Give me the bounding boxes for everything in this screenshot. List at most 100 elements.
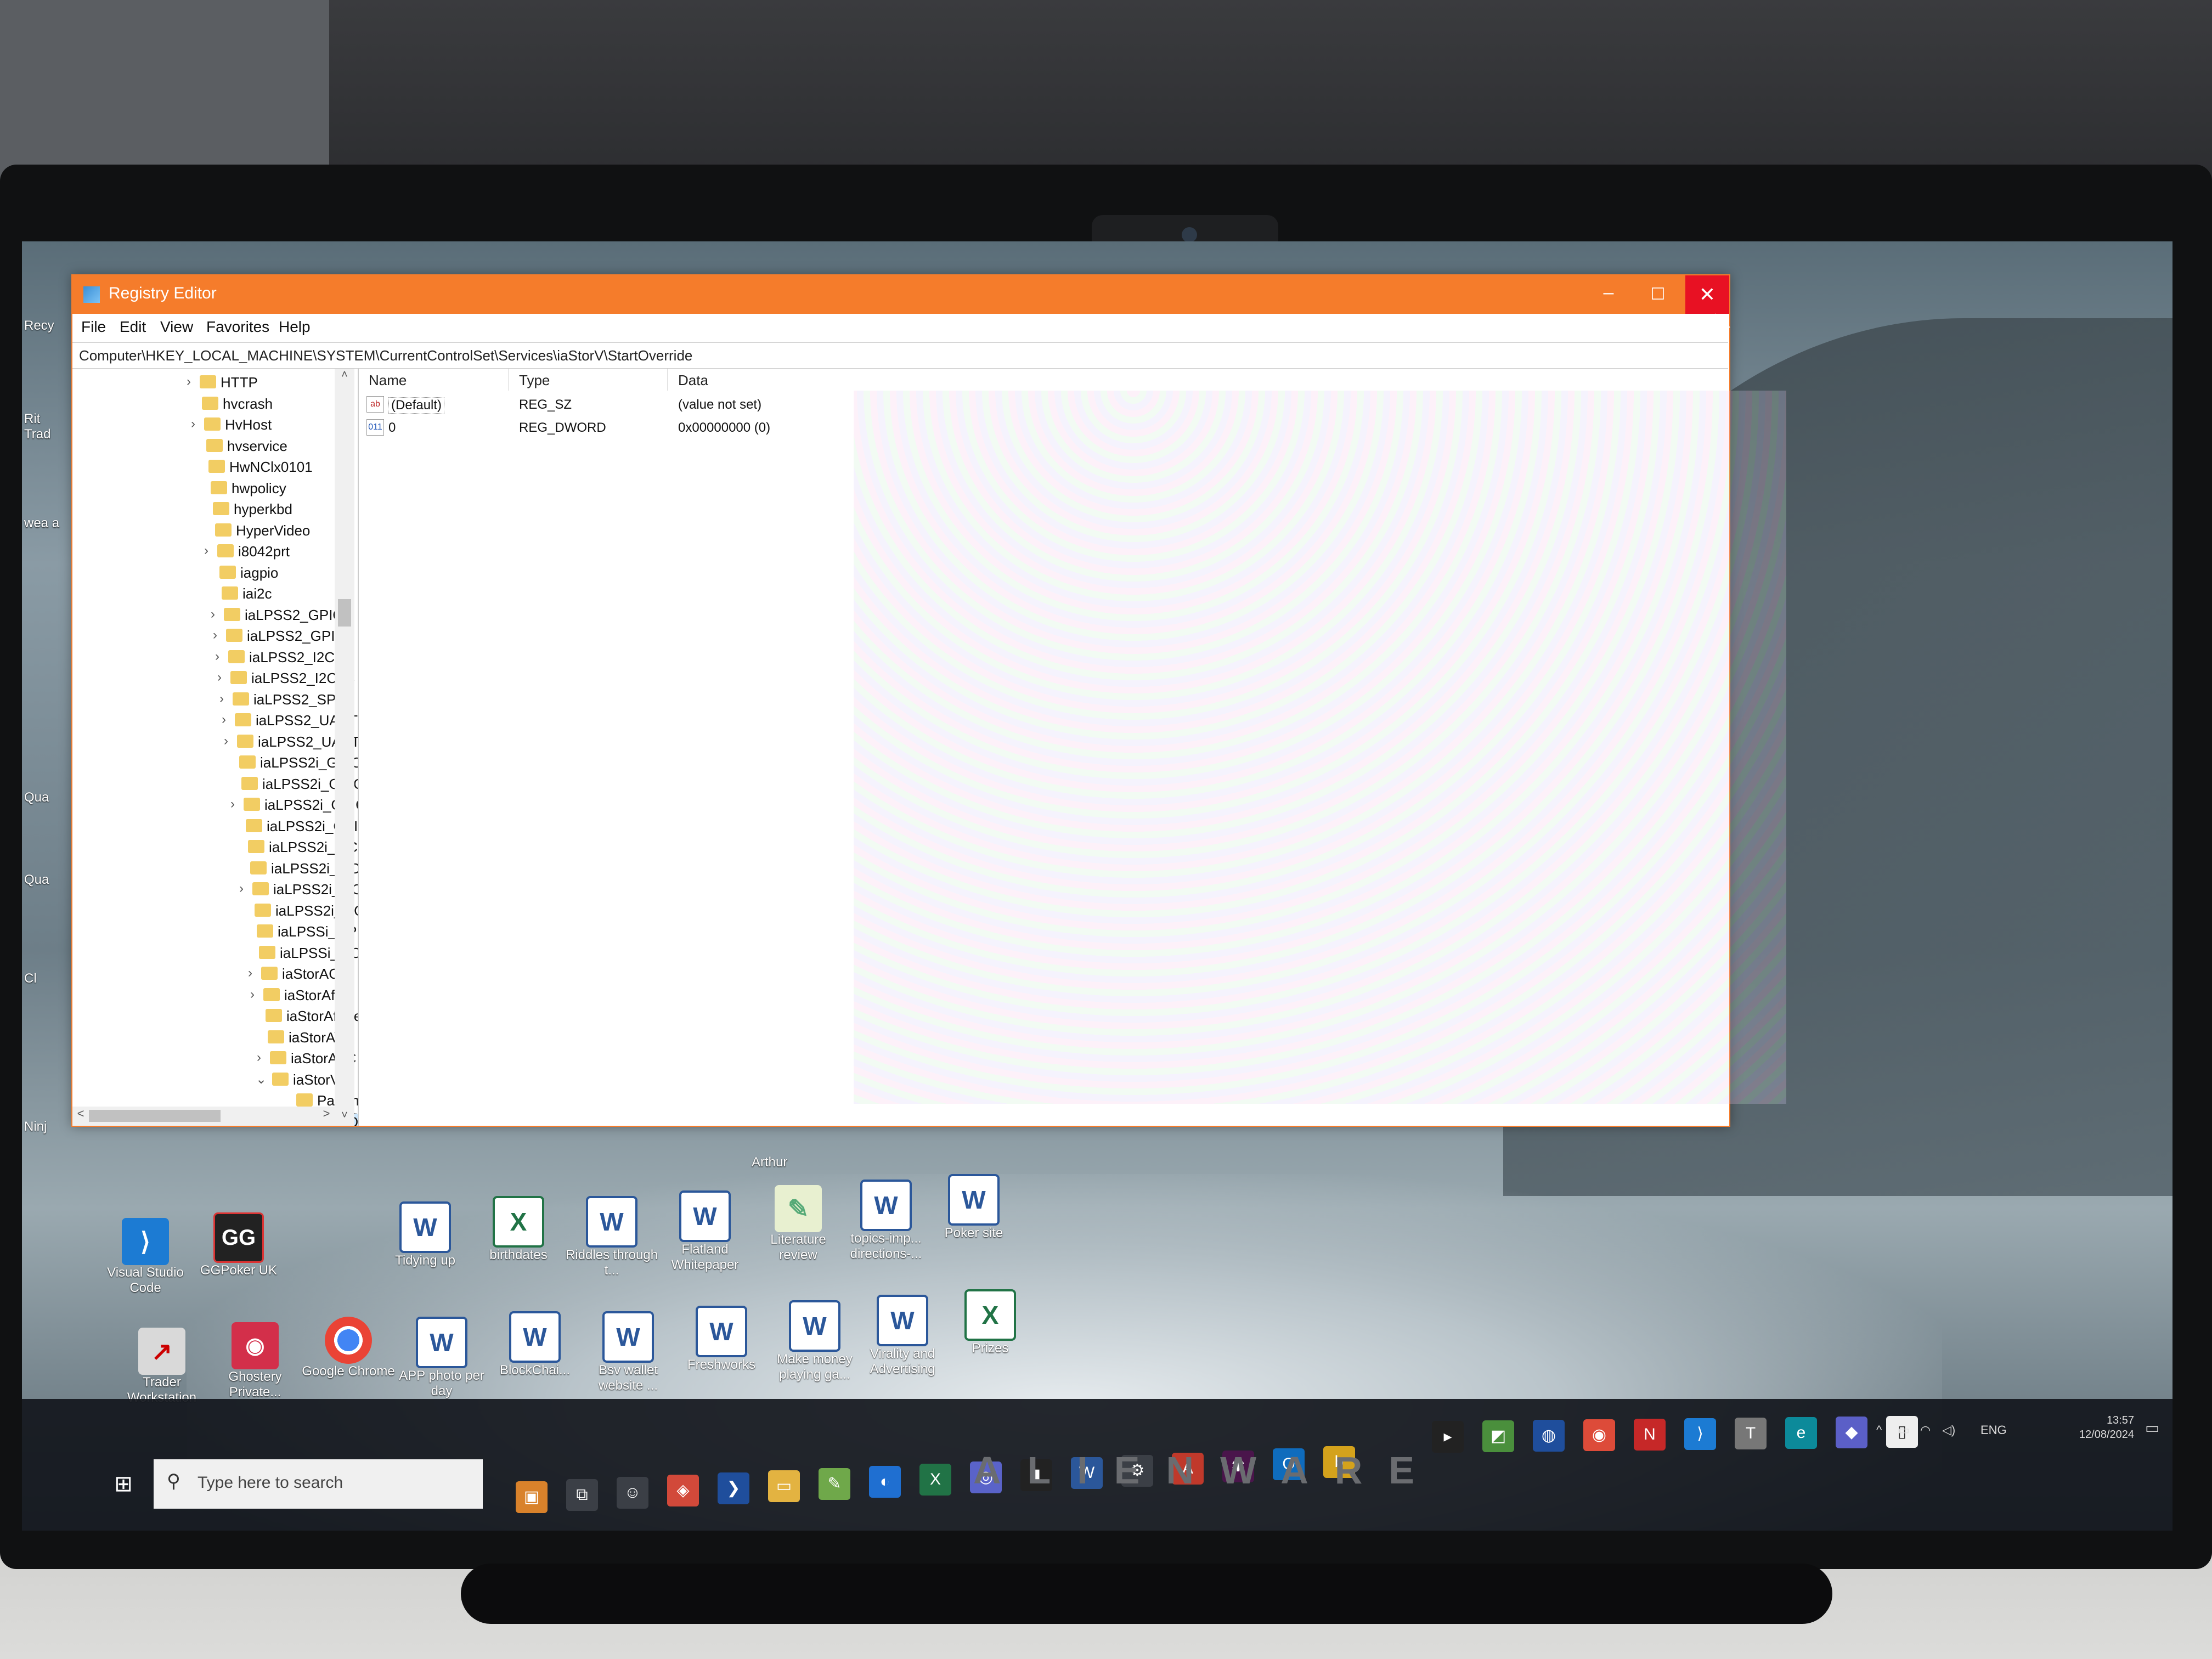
notification-icon[interactable]: ▭	[2145, 1419, 2167, 1441]
network-icon[interactable]: ◠	[1920, 1423, 1931, 1437]
value-row-default[interactable]: ab (Default) REG_SZ (value not set)	[360, 393, 1018, 416]
desktop-shortcut[interactable]: W Freshworks	[675, 1306, 768, 1373]
chevron-right-icon[interactable]: ›	[253, 1050, 264, 1065]
tree-node[interactable]: iaLPSS2i_I2C_C	[72, 900, 358, 921]
tree-hscroll-thumb[interactable]	[89, 1110, 221, 1122]
taskbar-excel-icon[interactable]: X	[919, 1464, 951, 1496]
volume-icon[interactable]: ◁)	[1942, 1423, 1955, 1437]
chevron-down-icon[interactable]: ⌄	[256, 1071, 267, 1087]
scroll-right-arrow-icon[interactable]: >	[318, 1107, 335, 1126]
desktop-shortcut-partial[interactable]: Rit Trad	[24, 411, 68, 442]
taskbar-globe-icon[interactable]: ◍	[1533, 1420, 1565, 1452]
taskbar-chrome-icon[interactable]: ◉	[1583, 1419, 1615, 1451]
registry-editor-window[interactable]: Registry Editor – ☐ ✕ File Edit View Fav…	[71, 274, 1786, 1127]
desktop-shortcut[interactable]: Google Chrome	[302, 1317, 395, 1379]
chevron-right-icon[interactable]: ›	[183, 374, 194, 390]
tree-vertical-scrollbar[interactable]	[335, 369, 354, 1126]
scroll-up-arrow-icon[interactable]: ˄	[335, 369, 354, 385]
chevron-right-icon[interactable]: ›	[212, 649, 223, 664]
tree-node[interactable]: hyperkbd	[72, 499, 358, 520]
tree-node[interactable]: ›iaLPSS2i_I2C_C	[72, 879, 358, 900]
chevron-right-icon[interactable]: ›	[227, 797, 238, 812]
tree-node[interactable]: HyperVideo	[72, 520, 358, 541]
desktop-shortcut[interactable]: Wtopics-imp... directions-...	[839, 1180, 933, 1262]
tree-node[interactable]: › iaLPSS2_UART	[72, 731, 358, 752]
tree-node[interactable]: › iaStorAfs	[72, 985, 358, 1006]
column-separator[interactable]	[667, 369, 668, 391]
desktop-shortcut-partial[interactable]: Qua	[24, 790, 68, 805]
tree-node[interactable]: iaLPSS2i_I2C	[72, 837, 358, 857]
desktop-shortcut[interactable]: W Make money playing ga...	[768, 1300, 861, 1383]
desktop-shortcut[interactable]: W Bsv wallet website ...	[582, 1311, 675, 1393]
desktop-shortcut-partial[interactable]: Ninj	[24, 1119, 68, 1135]
tree-node[interactable]: › iaLPSS2_I2C_C	[72, 668, 358, 689]
desktop-shortcut[interactable]: W Flatland Whitepaper	[658, 1190, 752, 1273]
start-button[interactable]: ⊞	[104, 1465, 143, 1503]
menu-view[interactable]: View	[160, 318, 193, 336]
chevron-right-icon[interactable]: ›	[207, 607, 218, 622]
desktop-shortcut[interactable]: ↗ Trader Workstation	[115, 1328, 208, 1406]
taskbar-ti-app-icon[interactable]: T	[1735, 1418, 1767, 1449]
maximize-button[interactable]: ☐	[1636, 275, 1680, 314]
desktop-shortcut[interactable]: X Prizes	[944, 1289, 1037, 1356]
taskbar-notepad-icon[interactable]: ✎	[819, 1468, 850, 1500]
tree-node[interactable]: › iaLPSS2_GPIO2	[72, 625, 358, 646]
taskbar-photo-app-icon[interactable]: ◩	[1482, 1420, 1514, 1452]
chevron-right-icon[interactable]: ›	[216, 691, 227, 707]
desktop-shortcut-partial[interactable]: Qua	[24, 872, 68, 888]
tree-node[interactable]: › HvHost	[72, 414, 358, 435]
clock[interactable]: 13:57 12/08/2024	[2074, 1413, 2134, 1442]
tree-scroll-thumb[interactable]	[338, 599, 351, 627]
tree-node[interactable]: › iaStorAVC	[72, 1048, 358, 1069]
taskbar-briefcase-icon[interactable]: ▣	[516, 1481, 548, 1513]
menu-favorites[interactable]: Favorites	[206, 318, 269, 336]
desktop-shortcut[interactable]: W Riddles through t...	[565, 1196, 658, 1278]
desktop-shortcut-partial[interactable]: Cl	[24, 971, 68, 986]
registry-values-pane[interactable]: Name Type Data ab (Default) REG_SZ (valu…	[360, 369, 1786, 1126]
close-button[interactable]: ✕	[1685, 275, 1729, 314]
tree-node[interactable]: iaLPSS2i_GPIO	[72, 774, 358, 794]
desktop-shortcut[interactable]: W BlockChai...	[488, 1311, 582, 1378]
search-box[interactable]: ⚲ Type here to search	[154, 1459, 483, 1509]
desktop-shortcut[interactable]: ◉ Ghostery Private...	[208, 1322, 302, 1400]
tree-node[interactable]: iagpio	[72, 562, 358, 583]
tree-node[interactable]: › HTTP	[72, 372, 358, 393]
tree-node[interactable]: › iaLPSS2_GPIO2	[72, 605, 358, 625]
taskbar-people-icon[interactable]: ☺	[617, 1477, 648, 1509]
taskbar-file-explorer-icon[interactable]: ▭	[768, 1470, 800, 1502]
desktop-shortcut[interactable]: W Tidying up	[379, 1201, 472, 1268]
menu-help[interactable]: Help	[279, 318, 311, 336]
column-header-data[interactable]: Data	[678, 372, 708, 389]
taskbar-vscode-icon[interactable]: ⟩	[1684, 1418, 1716, 1450]
desktop-shortcut-partial[interactable]: Recy	[24, 318, 68, 334]
desktop-shortcut[interactable]: W Poker site	[927, 1174, 1020, 1241]
desktop-shortcut-partial[interactable]: wea a	[24, 516, 68, 531]
menu-edit[interactable]: Edit	[120, 318, 146, 336]
desktop-shortcut[interactable]: GG GGPoker UK	[192, 1212, 285, 1278]
tree-node[interactable]: iaLPSS2i_I2C_B	[72, 858, 358, 879]
chevron-right-icon[interactable]: ›	[221, 733, 232, 749]
column-header-name[interactable]: Name	[369, 372, 407, 389]
menu-file[interactable]: File	[81, 318, 106, 336]
tree-node[interactable]: › i8042prt	[72, 541, 358, 562]
taskbar-maps-icon[interactable]: ◈	[667, 1475, 699, 1506]
tree-node[interactable]: iaStorAfsServic	[72, 1006, 358, 1026]
minimize-button[interactable]: –	[1587, 275, 1630, 314]
taskbar-powershell-icon[interactable]: ❯	[718, 1472, 749, 1504]
tray-chevron-icon[interactable]: ^	[1876, 1423, 1882, 1437]
tree-node[interactable]: › iaStorAC	[72, 963, 358, 984]
chevron-right-icon[interactable]: ›	[214, 670, 225, 685]
tree-node[interactable]: › iaLPSS2_SPI	[72, 689, 358, 710]
tree-node[interactable]: iaLPSSi_I2C	[72, 943, 358, 963]
desktop-shortcut[interactable]: Xbirthdates	[472, 1196, 565, 1263]
tree-node[interactable]: › iaLPSS2_I2C	[72, 647, 358, 668]
value-row-dword[interactable]: 011 0 REG_DWORD 0x00000000 (0)	[360, 416, 1018, 439]
tree-node[interactable]: iaLPSS2i_GPIO	[72, 816, 358, 837]
column-header-type[interactable]: Type	[519, 372, 550, 389]
tree-node[interactable]: iai2c	[72, 583, 358, 604]
scroll-left-arrow-icon[interactable]: <	[72, 1107, 89, 1126]
tree-node[interactable]: hwpolicy	[72, 478, 358, 499]
battery-icon[interactable]: ▭	[1898, 1423, 1910, 1437]
column-separator[interactable]	[508, 369, 509, 391]
taskbar-teams-icon[interactable]: ◆	[1836, 1417, 1867, 1448]
